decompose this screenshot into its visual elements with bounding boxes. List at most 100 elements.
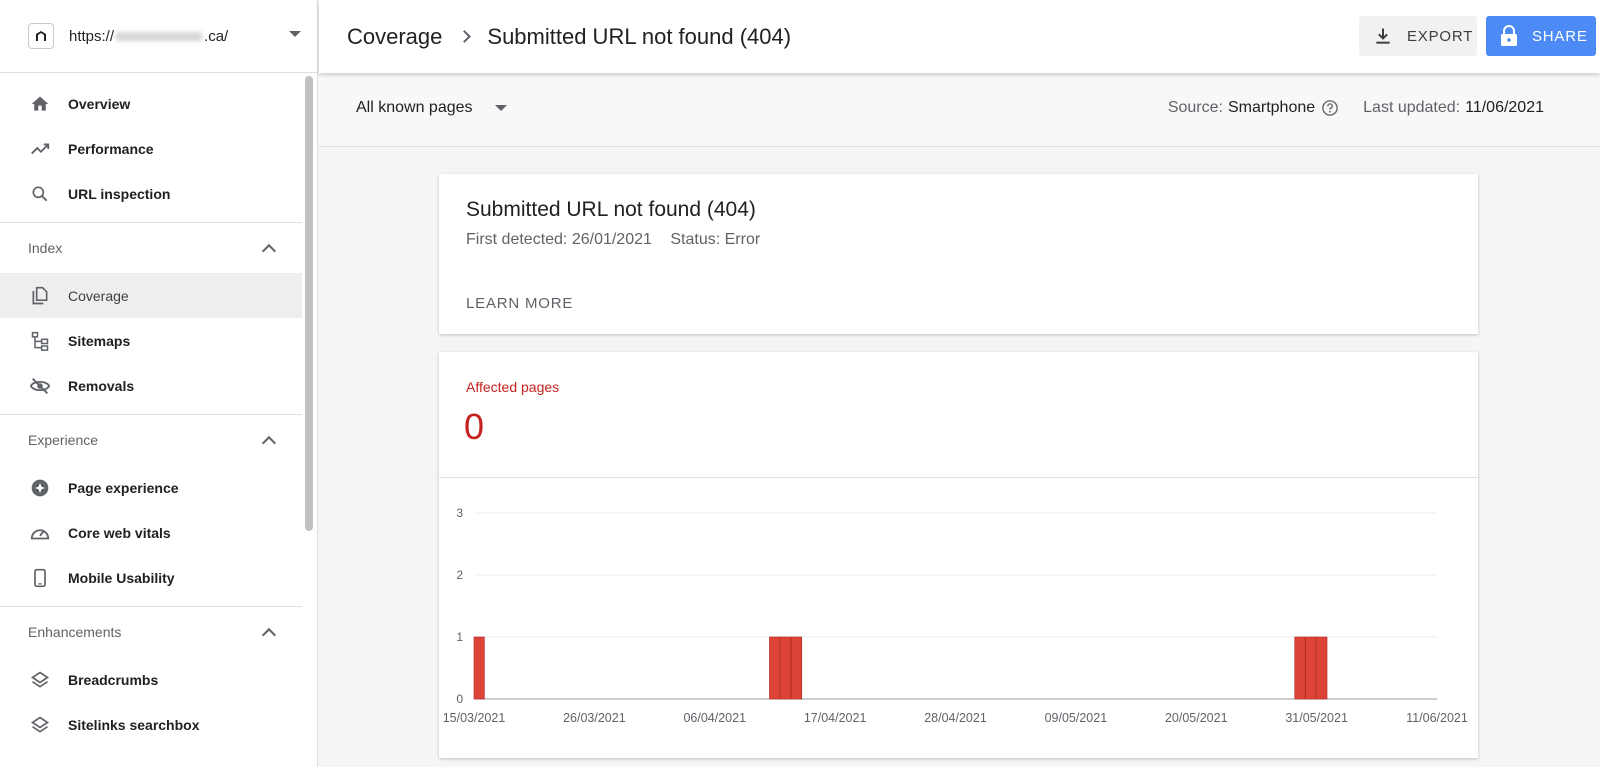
x-tick-label: 17/04/2021: [804, 711, 867, 725]
last-updated-value: 11/06/2021: [1465, 99, 1544, 116]
coverage-icon: [28, 284, 52, 308]
property-selector[interactable]: https:// .ca/: [0, 0, 318, 73]
sidebar-item-label: Performance: [68, 140, 154, 157]
section-title: Index: [28, 240, 63, 256]
section-title: Enhancements: [28, 624, 122, 640]
sidebar-item-overview[interactable]: Overview: [0, 81, 302, 126]
sidebar-item-label: Page experience: [68, 479, 179, 496]
sidebar-item-sitelinks-searchbox[interactable]: Sitelinks searchbox: [0, 702, 302, 747]
sitemap-icon: [28, 329, 52, 353]
chart-bar: [769, 636, 781, 700]
sidebar-item-mobile-usability[interactable]: Mobile Usability: [0, 555, 302, 600]
x-tick-label: 28/04/2021: [924, 711, 987, 725]
sidebar-item-performance[interactable]: Performance: [0, 126, 302, 171]
chevron-right-icon: [458, 30, 472, 43]
section-experience-header[interactable]: Experience: [0, 415, 302, 465]
sidebar-item-removals[interactable]: Removals: [0, 363, 302, 408]
gauge-icon: [28, 521, 52, 545]
lock-icon: [1500, 25, 1518, 47]
chart-bar: [1294, 636, 1306, 700]
sidebar-item-breadcrumbs[interactable]: Breadcrumbs: [0, 657, 302, 702]
help-icon[interactable]: [1321, 99, 1339, 117]
section-index-header[interactable]: Index: [0, 223, 302, 273]
x-tick-label: 11/06/2021: [1406, 711, 1468, 725]
x-tick-label: 15/03/2021: [443, 711, 506, 725]
sidebar-item-label: Breadcrumbs: [68, 671, 159, 688]
learn-more-button[interactable]: LEARN MORE: [466, 295, 573, 312]
sidebar-item-label: Overview: [68, 95, 131, 112]
site-url-prefix: https://: [69, 27, 115, 45]
site-url: https:// .ca/: [69, 28, 228, 45]
dropdown-caret-icon: [494, 105, 507, 111]
share-button[interactable]: SHARE: [1486, 16, 1596, 56]
site-url-suffix: .ca/: [204, 27, 229, 45]
home-icon: [28, 92, 52, 116]
site-logo-icon: [28, 23, 54, 49]
chevron-up-icon[interactable]: [261, 627, 277, 642]
sidebar-item-page-experience[interactable]: Page experience: [0, 465, 302, 510]
layers-icon: [28, 713, 52, 737]
page-header: Coverage Submitted URL not found (404) E…: [319, 0, 1600, 73]
report-meta: Source: Smartphone Last updated: 11/06/2…: [1168, 99, 1544, 117]
sidebar-item-label: Removals: [68, 377, 135, 394]
sidebar: https:// .ca/ Overview Performance URL in…: [0, 0, 318, 767]
section-enhancements-header[interactable]: Enhancements: [0, 607, 302, 657]
filter-bar: All known pages Source: Smartphone Last …: [319, 73, 1600, 147]
sidebar-nav: Overview Performance URL inspection Inde…: [0, 73, 302, 767]
page-title: Submitted URL not found (404): [487, 23, 792, 49]
sidebar-item-core-web-vitals[interactable]: Core web vitals: [0, 510, 302, 555]
eye-off-icon: [28, 374, 52, 398]
chart-bar: [780, 636, 792, 700]
y-tick-label: 0: [456, 692, 463, 706]
issue-status: Status: Error: [670, 231, 761, 248]
sidebar-item-label: Coverage: [68, 287, 129, 304]
sidebar-item-label: Sitelinks searchbox: [68, 716, 200, 733]
export-button[interactable]: EXPORT: [1359, 16, 1477, 56]
issue-details: First detected: 26/01/2021 Status: Error: [466, 231, 774, 249]
issue-title: Submitted URL not found (404): [466, 198, 756, 221]
x-tick-label: 06/04/2021: [683, 711, 746, 725]
last-updated-label: Last updated:: [1363, 99, 1461, 116]
share-label: SHARE: [1532, 27, 1588, 45]
page-filter-value: All known pages: [356, 99, 473, 116]
first-detected: First detected: 26/01/2021: [466, 231, 652, 248]
page-experience-icon: [28, 476, 52, 500]
sidebar-item-label: Mobile Usability: [68, 569, 175, 586]
phone-icon: [28, 566, 52, 590]
sidebar-item-label: Sitemaps: [68, 332, 131, 349]
chart-bar: [1305, 636, 1317, 700]
affected-pages-label: Affected pages: [466, 379, 560, 395]
y-tick-label: 3: [456, 506, 463, 520]
search-icon: [28, 182, 52, 206]
layers-icon: [28, 668, 52, 692]
chart-bar: [1316, 636, 1328, 700]
source-value: Smartphone: [1227, 99, 1316, 116]
chevron-up-icon[interactable]: [261, 435, 277, 450]
sidebar-scrollbar[interactable]: [305, 76, 313, 531]
chart-bar: [473, 636, 485, 700]
x-tick-label: 09/05/2021: [1045, 711, 1108, 725]
sidebar-item-url-inspection[interactable]: URL inspection: [0, 171, 302, 216]
breadcrumb-coverage[interactable]: Coverage: [347, 24, 442, 50]
sidebar-item-label: URL inspection: [68, 185, 171, 202]
sidebar-item-sitemaps[interactable]: Sitemaps: [0, 318, 302, 363]
source-label: Source:: [1167, 99, 1223, 116]
x-tick-label: 31/05/2021: [1285, 711, 1348, 725]
page-filter-dropdown[interactable]: All known pages: [356, 99, 507, 117]
affected-pages-chart: 0 1 2 3 15/03/2021 26/03/2021 06/04/2021 17/04/…: [443, 506, 1468, 725]
dropdown-caret-icon[interactable]: [289, 31, 301, 37]
site-url-blurred: [115, 32, 204, 42]
x-tick-label: 26/03/2021: [563, 711, 626, 725]
x-tick-label: 20/05/2021: [1165, 711, 1228, 725]
section-title: Experience: [28, 432, 99, 448]
sidebar-item-coverage[interactable]: Coverage: [0, 273, 302, 318]
affected-pages-count: 0: [464, 406, 485, 447]
trending-up-icon: [28, 137, 52, 161]
y-tick-label: 2: [456, 568, 463, 582]
issue-card: Submitted URL not found (404) First dete…: [439, 174, 1478, 334]
chevron-up-icon[interactable]: [261, 243, 277, 258]
download-icon: [1373, 26, 1393, 46]
export-label: EXPORT: [1407, 27, 1474, 45]
affected-pages-card: Affected pages 0 0 1 2 3 15/03/2021 26/03/202…: [439, 352, 1478, 758]
sidebar-item-label: Core web vitals: [68, 524, 171, 541]
